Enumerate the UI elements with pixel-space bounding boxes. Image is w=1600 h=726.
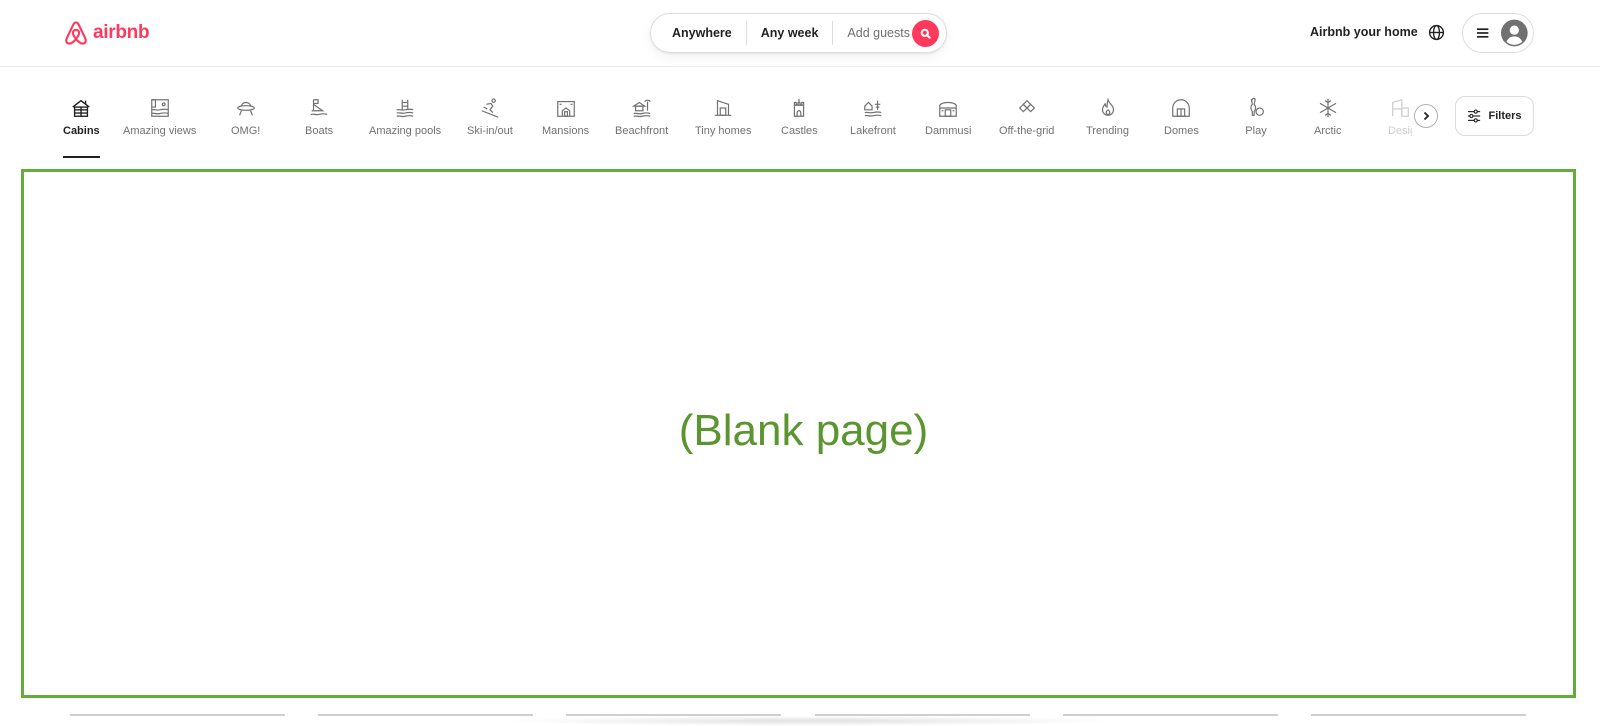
design-icon: [1388, 96, 1412, 120]
category-tiny-homes[interactable]: Tiny homes: [695, 96, 751, 137]
category-omg[interactable]: OMG!: [231, 96, 260, 137]
category-label: Boats: [305, 125, 334, 137]
category-domes[interactable]: Domes: [1164, 96, 1199, 137]
category-label: Arctic: [1314, 125, 1342, 137]
search-icon: [920, 28, 931, 39]
airbnb-your-home-link[interactable]: Airbnb your home: [1310, 25, 1418, 39]
category-dammusi[interactable]: Dammusi: [925, 96, 971, 137]
category-boats[interactable]: Boats: [305, 96, 333, 137]
category-label: Lakefront: [850, 125, 896, 137]
category-trending[interactable]: Trending: [1086, 96, 1129, 137]
category-label: Tiny homes: [695, 125, 752, 137]
category-label: Cabins: [63, 125, 100, 137]
hamburger-icon: [1476, 28, 1489, 38]
category-castles[interactable]: Castles: [781, 96, 818, 137]
ufo-icon: [234, 96, 258, 120]
top-header: airbnb Anywhere Any week Add guests Airb…: [0, 0, 1600, 67]
category-amazing-pools[interactable]: Amazing pools: [369, 96, 441, 137]
view-icon: [148, 96, 172, 120]
pool-icon: [393, 96, 417, 120]
category-label: Amazing views: [123, 125, 197, 137]
flame-icon: [1096, 96, 1120, 120]
user-menu-button[interactable]: [1462, 13, 1534, 53]
lakefront-icon: [861, 96, 885, 120]
chevron-right-icon: [1423, 111, 1430, 121]
category-cabins[interactable]: Cabins: [63, 96, 100, 158]
category-beachfront[interactable]: Beachfront: [615, 96, 668, 137]
sliders-icon: [1468, 109, 1481, 123]
boat-icon: [307, 96, 331, 120]
tiny-home-icon: [711, 96, 735, 120]
category-label: Play: [1245, 125, 1267, 137]
diamonds-icon: [1015, 96, 1039, 120]
dammuso-icon: [936, 96, 960, 120]
category-bar: Cabins Amazing views OMG! Boats Amazing …: [0, 88, 1600, 158]
category-label: Ski-in/out: [467, 125, 513, 137]
category-label: Trending: [1086, 125, 1130, 137]
category-label: Castles: [781, 125, 818, 137]
blank-page-placeholder: (Blank page): [21, 169, 1576, 698]
search-location-button[interactable]: Anywhere: [651, 26, 746, 40]
category-amazing-views[interactable]: Amazing views: [123, 96, 196, 137]
user-avatar-icon: [1501, 19, 1528, 47]
category-design[interactable]: Design: [1388, 96, 1412, 137]
category-label: Beachfront: [615, 125, 669, 137]
bowling-icon: [1244, 96, 1268, 120]
category-label: Domes: [1164, 125, 1199, 137]
search-bar[interactable]: Anywhere Any week Add guests: [650, 13, 947, 53]
filters-button[interactable]: Filters: [1455, 96, 1534, 136]
mansion-icon: [554, 96, 578, 120]
category-lakefront[interactable]: Lakefront: [850, 96, 896, 137]
category-ski-in-out[interactable]: Ski-in/out: [467, 96, 513, 137]
category-label: OMG!: [231, 125, 261, 137]
category-play[interactable]: Play: [1244, 96, 1268, 137]
dome-icon: [1169, 96, 1193, 120]
snowflake-icon: [1316, 96, 1340, 120]
skier-icon: [478, 96, 502, 120]
airbnb-logo[interactable]: airbnb: [63, 19, 150, 47]
category-label: Mansions: [542, 125, 590, 137]
category-label: Off-the-grid: [999, 125, 1055, 137]
castle-icon: [787, 96, 811, 120]
category-arctic[interactable]: Arctic: [1314, 96, 1342, 137]
search-submit-button[interactable]: [912, 20, 939, 47]
search-dates-button[interactable]: Any week: [747, 26, 833, 40]
globe-icon[interactable]: [1428, 24, 1445, 41]
category-off-the-grid[interactable]: Off-the-grid: [999, 96, 1054, 137]
filters-label: Filters: [1488, 110, 1522, 122]
airbnb-wordmark: airbnb: [93, 22, 150, 43]
category-mansions[interactable]: Mansions: [542, 96, 589, 137]
listing-card-edge: [70, 714, 285, 716]
airbnb-logo-icon: [65, 21, 87, 45]
category-label: Dammusi: [925, 125, 972, 137]
search-guests-button[interactable]: Add guests: [833, 26, 924, 40]
beach-hut-icon: [630, 96, 654, 120]
listing-card-edge: [1311, 714, 1526, 716]
blank-page-text: (Blank page): [678, 406, 929, 455]
bottom-shadow: [500, 716, 1120, 726]
cabin-icon: [69, 96, 93, 120]
category-next-button[interactable]: [1414, 104, 1438, 128]
category-label: Design: [1388, 125, 1412, 137]
category-label: Amazing pools: [369, 125, 442, 137]
